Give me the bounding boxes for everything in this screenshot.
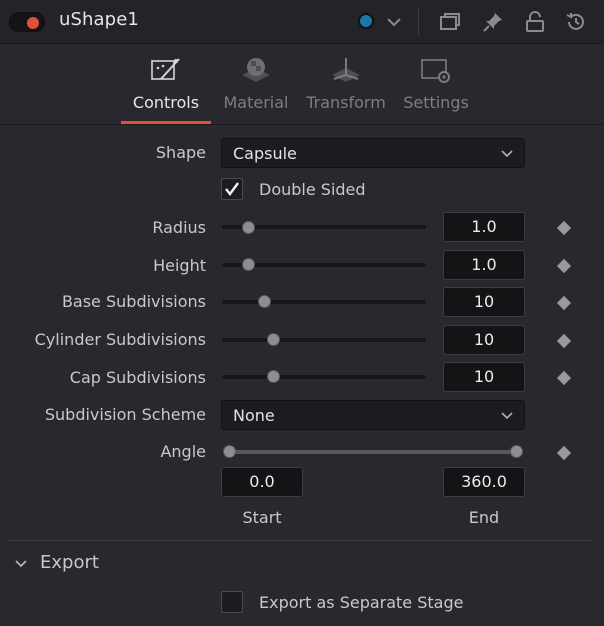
base-subdivisions-input[interactable]: 10 [443,287,525,317]
angle-start-input[interactable]: 0.0 [221,467,303,497]
cap-subdivisions-slider[interactable] [222,375,426,379]
chevron-down-icon [501,150,513,158]
angle-keyframe-icon[interactable] [556,445,572,461]
tab-controls[interactable]: Controls [121,45,211,124]
transform-icon [332,58,360,82]
node-color-swatch[interactable] [358,13,374,29]
reset-icon[interactable] [564,10,588,34]
base-subdivisions-keyframe-icon[interactable] [556,295,572,311]
tab-label: Material [223,93,289,112]
inspector-tabs: Controls Material Transform Settings [0,45,604,125]
cap-subdivisions-label: Cap Subdivisions [69,368,206,387]
lock-icon[interactable] [523,10,547,34]
window-icon[interactable] [438,10,462,34]
shape-label: Shape [155,143,206,162]
double-sided-checkbox[interactable] [221,178,243,200]
material-icon [242,58,270,82]
subdivision-scheme-dropdown[interactable]: None [221,400,525,430]
radius-keyframe-icon[interactable] [556,220,572,236]
active-tab-indicator [121,121,211,124]
height-input[interactable]: 1.0 [443,250,525,280]
height-slider-thumb[interactable] [242,258,256,271]
cylinder-subdivisions-input[interactable]: 10 [443,325,525,355]
cap-subdivisions-keyframe-icon[interactable] [556,370,572,386]
subdivision-scheme-value: None [233,406,275,425]
cylinder-subdivisions-slider[interactable] [222,338,426,342]
node-header: uShape1 [0,0,604,44]
cylinder-subdivisions-slider-thumb[interactable] [266,333,280,346]
chevron-down-icon[interactable] [382,10,406,34]
node-enable-toggle[interactable] [9,12,45,32]
radius-label: Radius [152,218,206,237]
cap-subdivisions-slider-thumb[interactable] [266,370,280,383]
chevron-down-icon [501,412,513,420]
height-keyframe-icon[interactable] [556,258,572,274]
settings-icon [421,59,450,83]
node-title: uShape1 [59,9,139,30]
export-separate-stage-label: Export as Separate Stage [259,593,464,612]
height-label: Height [153,256,206,275]
base-subdivisions-slider[interactable] [222,300,426,304]
tab-transform[interactable]: Transform [302,45,390,124]
tab-label: Settings [403,93,469,112]
tab-material[interactable]: Material [218,45,294,124]
checkmark-icon [225,182,239,196]
tab-settings[interactable]: Settings [400,45,472,124]
radius-input[interactable]: 1.0 [443,212,525,242]
cylinder-subdivisions-keyframe-icon[interactable] [556,333,572,349]
tab-label: Transform [306,93,386,112]
export-section-title[interactable]: Export [40,552,99,573]
angle-range-slider[interactable] [229,450,517,454]
cylinder-subdivisions-label: Cylinder Subdivisions [34,330,206,349]
radius-slider-thumb[interactable] [242,221,256,234]
shape-dropdown[interactable]: Capsule [221,138,525,168]
angle-end-label: End [468,508,500,527]
export-separate-stage-checkbox[interactable] [221,591,243,613]
angle-label: Angle [160,442,206,461]
angle-start-thumb[interactable] [223,445,236,458]
shape-value: Capsule [233,144,297,163]
cap-subdivisions-input[interactable]: 10 [443,362,525,392]
double-sided-label: Double Sided [259,180,366,199]
tab-label: Controls [132,93,200,112]
toggle-indicator [27,17,39,29]
subdivision-scheme-label: Subdivision Scheme [44,405,206,424]
pin-icon[interactable] [481,10,505,34]
base-subdivisions-label: Base Subdivisions [61,292,206,311]
chevron-down-icon[interactable] [14,557,28,571]
angle-end-thumb[interactable] [510,445,523,458]
angle-start-label: Start [242,508,282,527]
header-separator [418,8,419,36]
base-subdivisions-slider-thumb[interactable] [258,295,272,308]
section-divider [8,540,593,541]
angle-end-input[interactable]: 360.0 [443,467,525,497]
controls-icon [151,58,180,80]
